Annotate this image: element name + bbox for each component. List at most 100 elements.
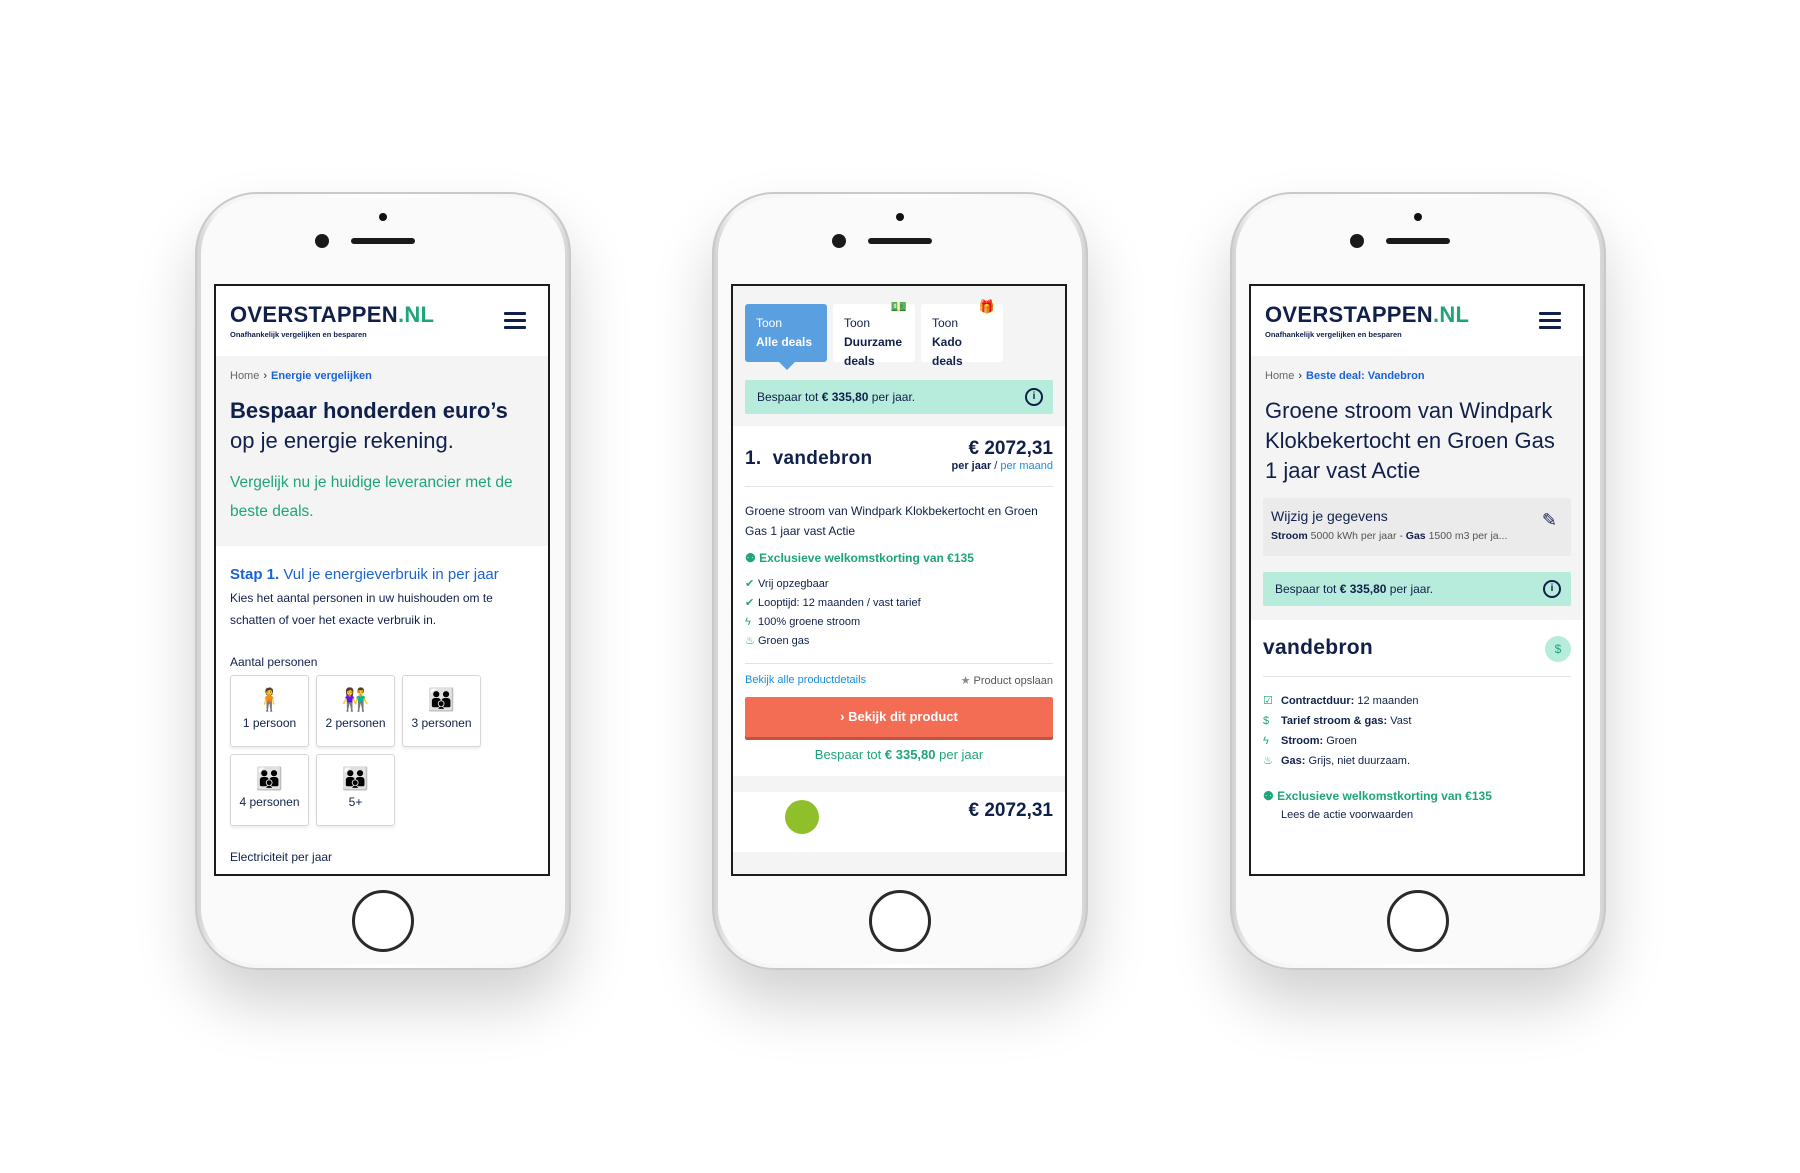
money-icon: $ (1263, 715, 1270, 727)
breadcrumb: Home › Energie vergelijken (216, 356, 548, 382)
summary-value: 5000 kWh per jaar - (1307, 530, 1406, 542)
deal-promo: ⚉ Exclusieve welkomstkorting van €135 (1263, 789, 1571, 803)
contract-icon: ☑ (1263, 695, 1273, 707)
menu-icon[interactable] (1539, 312, 1561, 330)
summary-label: Gas (1405, 530, 1426, 542)
person-option-2[interactable]: 👫 2 personen (316, 675, 395, 747)
phone-2: Toon Alle deals 💵 Toon Duurzame deals 🎁 Toon… (712, 192, 1088, 970)
view-product-button[interactable]: › Bekijk dit product (745, 697, 1053, 737)
logo-tagline: Onafhankelijk vergelijken en besparen (230, 330, 367, 339)
sensor (379, 213, 387, 221)
detail-value: 12 maanden (1354, 695, 1419, 707)
chevron-right-icon: › (263, 370, 268, 382)
detail-item: ♨ Gas: Grijs, niet duurzaam. (1263, 751, 1571, 771)
front-camera (315, 234, 329, 248)
speaker (868, 238, 932, 244)
feature-item: ϟ 100% groene stroom (745, 613, 1053, 632)
detail-value: Groen (1323, 735, 1357, 747)
detail-label: Stroom: (1281, 735, 1324, 747)
person-option-label: 2 personen (325, 716, 386, 730)
person-option-4[interactable]: 👪 4 personen (230, 754, 309, 826)
logo-suffix: .NL (1432, 302, 1470, 327)
tab-all-deals[interactable]: Toon Alle deals (745, 304, 827, 370)
feature-list: ✔ Vrij opzegbaar ✔ Looptijd: 12 maanden / … (745, 575, 1053, 651)
menu-icon[interactable] (504, 312, 526, 330)
person-5-icon: 👪 (341, 766, 370, 791)
tab-gift-deals[interactable]: 🎁 Toon Kado deals (921, 299, 1003, 368)
edit-details-box[interactable]: Wijzig je gegevens Stroom 5000 kWh per j… (1263, 498, 1571, 556)
per-month-link[interactable]: per maand (1000, 460, 1053, 472)
brand-name: vandebron (772, 448, 873, 469)
save-prefix: Bespaar tot (814, 747, 885, 762)
person-option-1[interactable]: 🧍 1 persoon (230, 675, 309, 747)
edit-title: Wijzig je gegevens (1271, 508, 1388, 524)
step-bold: Stap 1. (230, 566, 280, 583)
info-icon[interactable]: i (1543, 580, 1561, 598)
chevron-right-icon: › (840, 709, 845, 724)
step-panel: Stap 1. Vul je energieverbruik in per ja… (216, 546, 548, 874)
deal-description: Groene stroom van Windpark Klokbekertoch… (745, 504, 1038, 538)
savings-banner: Bespaar tot € 335,80 per jaar. i (1263, 572, 1571, 606)
person-option-3[interactable]: 👪 3 personen (402, 675, 481, 747)
logo-text: OVERSTAPPEN (1265, 302, 1433, 327)
save-product-link[interactable]: ★ Product opslaan (961, 674, 1053, 687)
location-pin-icon: ⚉ (1263, 789, 1274, 803)
tab-bottom: Kado deals (932, 335, 963, 368)
sensor (1414, 213, 1422, 221)
next-deal-card: € 2072,31 (733, 792, 1065, 852)
phone-3: OVERSTAPPEN.NL Onafhankelijk vergelijken… (1230, 192, 1606, 970)
next-deal-price: € 2072,31 (968, 800, 1053, 821)
feature-text: 100% groene stroom (758, 616, 861, 628)
feature-item: ♨ Groen gas (745, 632, 1053, 651)
electricity-label: Electriciteit per jaar (230, 850, 333, 864)
logo[interactable]: OVERSTAPPEN.NL Onafhankelijk vergelijken… (230, 302, 434, 339)
gift-icon: 🎁 (978, 299, 995, 314)
logo-text: OVERSTAPPEN (230, 302, 398, 327)
speaker (351, 238, 415, 244)
sensor (896, 213, 904, 221)
person-option-label: 1 persoon (242, 716, 297, 730)
home-button[interactable] (869, 890, 931, 952)
lightning-icon: ϟ (745, 616, 751, 628)
savings-banner: Bespaar tot € 335,80 per jaar. i (745, 380, 1053, 414)
home-button[interactable] (352, 890, 414, 952)
chevron-right-icon: › (1298, 370, 1303, 382)
front-camera (832, 234, 846, 248)
logo[interactable]: OVERSTAPPEN.NL Onafhankelijk vergelijken… (1265, 302, 1469, 339)
promo-text: Exclusieve welkomstkorting van €135 (1277, 789, 1492, 803)
details-link[interactable]: Bekijk alle productdetails (745, 674, 866, 687)
detail-label: Contractduur: (1281, 695, 1355, 707)
person-option-5[interactable]: 👪 5+ (316, 754, 395, 826)
feature-text: Vrij opzegbaar (758, 578, 829, 590)
deal-promo: ⚉ Exclusieve welkomstkorting van €135 (745, 551, 1053, 565)
breadcrumb-current[interactable]: Beste deal: Vandebron (1306, 370, 1425, 382)
star-icon: ★ (960, 675, 971, 687)
check-icon: ✔ (745, 578, 755, 590)
detail-label: Tarief stroom & gas: (1281, 715, 1388, 727)
detail-item: ϟ Stroom: Groen (1263, 731, 1571, 751)
top-bar: OVERSTAPPEN.NL Onafhankelijk vergelijken… (1251, 286, 1583, 356)
info-icon[interactable]: i (1025, 388, 1043, 406)
page-title: Bespaar honderden euro’s op je energie r… (216, 382, 548, 456)
home-button[interactable] (1387, 890, 1449, 952)
tab-sustainable-deals[interactable]: 💵 Toon Duurzame deals (833, 299, 915, 368)
tab-bottom: Alle deals (756, 335, 813, 349)
title-bold: Bespaar honderden euro’s (230, 398, 508, 423)
breadcrumb-current[interactable]: Energie vergelijken (271, 370, 372, 382)
promo-terms-link[interactable]: Lees de actie voorwaarden (1263, 805, 1571, 825)
person-option-label: 5+ (348, 795, 363, 809)
flame-icon: ♨ (745, 635, 755, 647)
feature-item: ✔ Looptijd: 12 maanden / vast tarief (745, 594, 1053, 613)
breadcrumb-home[interactable]: Home (230, 370, 259, 382)
speaker (1386, 238, 1450, 244)
deal-tabs: Toon Alle deals 💵 Toon Duurzame deals 🎁 Toon… (733, 286, 1065, 370)
next-brand-logo (785, 800, 819, 834)
feature-item: ✔ Vrij opzegbaar (745, 575, 1053, 594)
person-4-icon: 👪 (255, 766, 284, 791)
breadcrumb-home[interactable]: Home (1265, 370, 1294, 382)
deal-card: 1. vandebron € 2072,31 per jaar / per ma… (733, 426, 1065, 776)
edit-summary: Stroom 5000 kWh per jaar - Gas 1500 m3 p… (1271, 530, 1511, 542)
tab-bottom: Duurzame deals (844, 335, 903, 368)
pencil-icon[interactable]: ✎ (1542, 510, 1557, 531)
detail-item: ☑ Contractduur: 12 maanden (1263, 691, 1571, 711)
